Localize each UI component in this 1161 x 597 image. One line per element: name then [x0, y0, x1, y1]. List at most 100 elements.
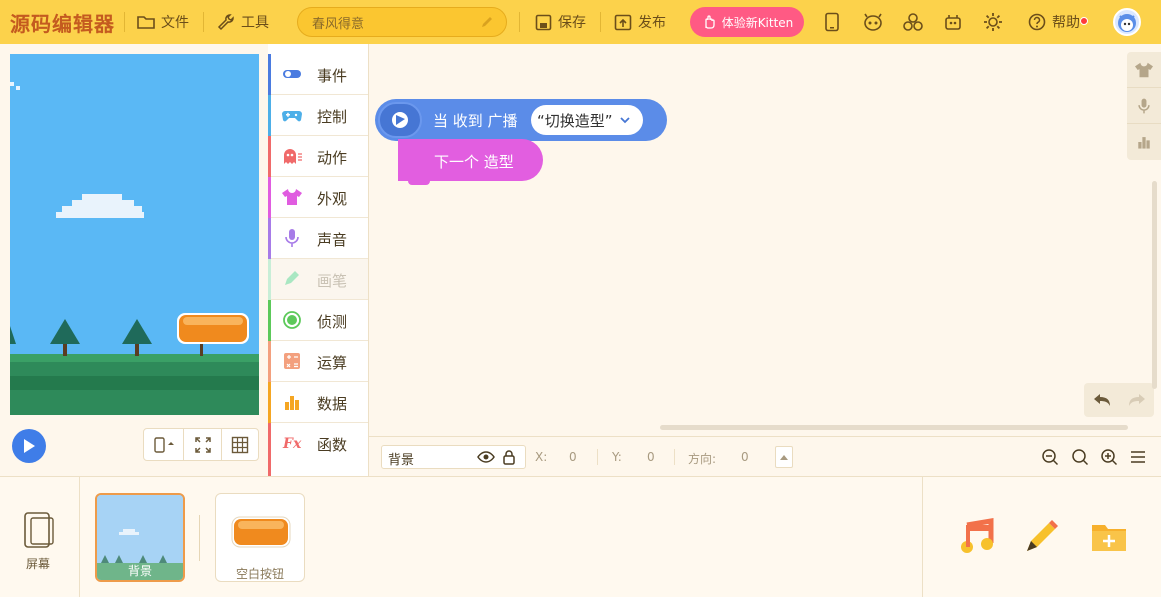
hand-icon — [705, 15, 715, 29]
robot-icon[interactable] — [941, 10, 965, 34]
screen-button[interactable]: 屏幕 — [0, 477, 80, 597]
broadcast-message-dropdown[interactable]: “切换造型” — [531, 105, 643, 135]
y-label: Y: — [612, 450, 622, 464]
category-functions[interactable]: Fx 函数 — [268, 423, 368, 464]
publish-button[interactable]: 发布 — [614, 0, 666, 44]
category-looks[interactable]: 外观 — [268, 177, 368, 218]
x-label: X: — [535, 450, 548, 464]
vertical-scrollbar[interactable] — [1152, 181, 1157, 389]
project-name-input[interactable]: 春风得意 — [297, 7, 507, 37]
undo-icon — [1093, 394, 1110, 406]
pencil-icon[interactable] — [480, 15, 494, 29]
publish-label: 发布 — [638, 15, 666, 31]
costume-tool[interactable] — [1127, 52, 1161, 88]
stage-scene — [10, 54, 259, 415]
horizontal-scrollbar[interactable] — [660, 425, 1128, 430]
expand-info-button[interactable] — [775, 446, 793, 468]
microphone-icon — [285, 229, 299, 247]
category-sensing[interactable]: 侦测 — [268, 300, 368, 341]
save-label: 保存 — [558, 15, 586, 31]
category-control[interactable]: 控制 — [268, 95, 368, 136]
toolbar-divider — [519, 12, 520, 32]
broadcast-icon — [378, 102, 422, 138]
chevron-down-icon — [619, 117, 630, 124]
play-icon — [24, 439, 35, 453]
category-events[interactable]: 事件 — [268, 54, 368, 95]
top-toolbar: 源码编辑器 文件 工具 春风得意 保存 发布 体验新Kitten 帮助 — [0, 0, 1161, 44]
fullscreen-button[interactable] — [184, 429, 222, 460]
sound-tool[interactable] — [1127, 88, 1161, 124]
app-logo[interactable]: 源码编辑器 — [10, 8, 115, 37]
direction-value[interactable]: 0 — [741, 450, 749, 464]
folder-icon — [137, 16, 155, 29]
sprite-thumbnail[interactable]: 空白按钮 — [215, 493, 305, 582]
button-sprite-preview — [231, 516, 291, 548]
zoom-in-button[interactable] — [1098, 446, 1120, 468]
user-avatar[interactable] — [1113, 8, 1141, 36]
wrench-icon — [217, 14, 234, 31]
caret-up-icon — [780, 455, 788, 460]
undo-button[interactable] — [1084, 383, 1119, 417]
tablet-icon — [24, 512, 54, 548]
device-toggle[interactable] — [144, 429, 184, 460]
music-icon[interactable] — [957, 517, 997, 557]
stage-canvas[interactable] — [10, 54, 259, 415]
sprite-label: 空白按钮 — [235, 567, 284, 581]
run-button[interactable] — [12, 429, 46, 463]
next-costume-block[interactable]: 下一个 造型 — [398, 139, 543, 185]
expand-icon — [194, 436, 211, 453]
bar-chart-icon — [285, 396, 299, 410]
toolbar-divider — [600, 12, 601, 32]
y-value[interactable]: 0 — [647, 450, 655, 464]
category-motion[interactable]: 动作 — [268, 136, 368, 177]
target-icon — [283, 311, 301, 329]
undo-redo — [1084, 383, 1154, 417]
category-data[interactable]: 数据 — [268, 382, 368, 423]
redo-button[interactable] — [1119, 383, 1154, 417]
file-menu[interactable]: 文件 — [137, 0, 189, 44]
phone-preview-icon[interactable] — [820, 10, 844, 34]
data-tool[interactable] — [1127, 124, 1161, 160]
gamepad-icon — [282, 111, 302, 122]
tools-menu[interactable]: 工具 — [217, 0, 269, 44]
next-costume-text: 下一个 造型 — [434, 153, 514, 171]
paint-brush-icon[interactable] — [1021, 517, 1061, 557]
search-icon — [1072, 449, 1089, 466]
project-name-value: 春风得意 — [312, 16, 365, 32]
settings-gear-icon[interactable] — [981, 10, 1005, 34]
menu-button[interactable] — [1127, 446, 1149, 468]
ghost-icon — [284, 149, 302, 164]
character-icon[interactable] — [861, 10, 885, 34]
direction-label: 方向: — [688, 452, 717, 466]
save-button[interactable]: 保存 — [535, 0, 586, 44]
x-value[interactable]: 0 — [569, 450, 577, 464]
file-menu-label: 文件 — [161, 15, 189, 31]
sprite-panel: 屏幕 背景 空白按钮 — [0, 476, 1161, 597]
phone-orientation-icon — [153, 436, 174, 453]
svg-text:Fx: Fx — [282, 436, 302, 452]
category-sound[interactable]: 声音 — [268, 218, 368, 259]
workspace-side-tools — [1127, 52, 1161, 160]
help-label: 帮助 — [1052, 15, 1080, 31]
pen-icon — [285, 271, 299, 285]
help-button[interactable]: 帮助 — [1028, 0, 1080, 44]
category-operators[interactable]: 运算 — [268, 341, 368, 382]
category-pen[interactable]: 画笔 — [268, 259, 368, 300]
add-folder-icon[interactable] — [1089, 517, 1129, 557]
modules-icon[interactable] — [901, 10, 925, 34]
notification-dot — [1080, 17, 1088, 25]
grid-toggle[interactable] — [222, 429, 258, 460]
screen-label: 屏幕 — [26, 557, 51, 571]
lock-icon[interactable] — [502, 449, 516, 465]
asset-tools — [922, 477, 1161, 597]
toolbar-divider — [203, 12, 204, 32]
function-icon: Fx — [282, 436, 302, 452]
zoom-out-button[interactable] — [1039, 446, 1061, 468]
zoom-reset-button[interactable] — [1069, 446, 1091, 468]
background-thumbnail[interactable]: 背景 — [95, 493, 185, 582]
question-icon — [1028, 13, 1046, 31]
eye-icon[interactable] — [477, 449, 495, 465]
redo-icon — [1128, 394, 1145, 406]
block-categories: 事件 控制 动作 外观 声音 画笔 侦测 运算 数据 Fx 函数 — [268, 44, 369, 476]
try-kitten-button[interactable]: 体验新Kitten — [690, 7, 804, 37]
